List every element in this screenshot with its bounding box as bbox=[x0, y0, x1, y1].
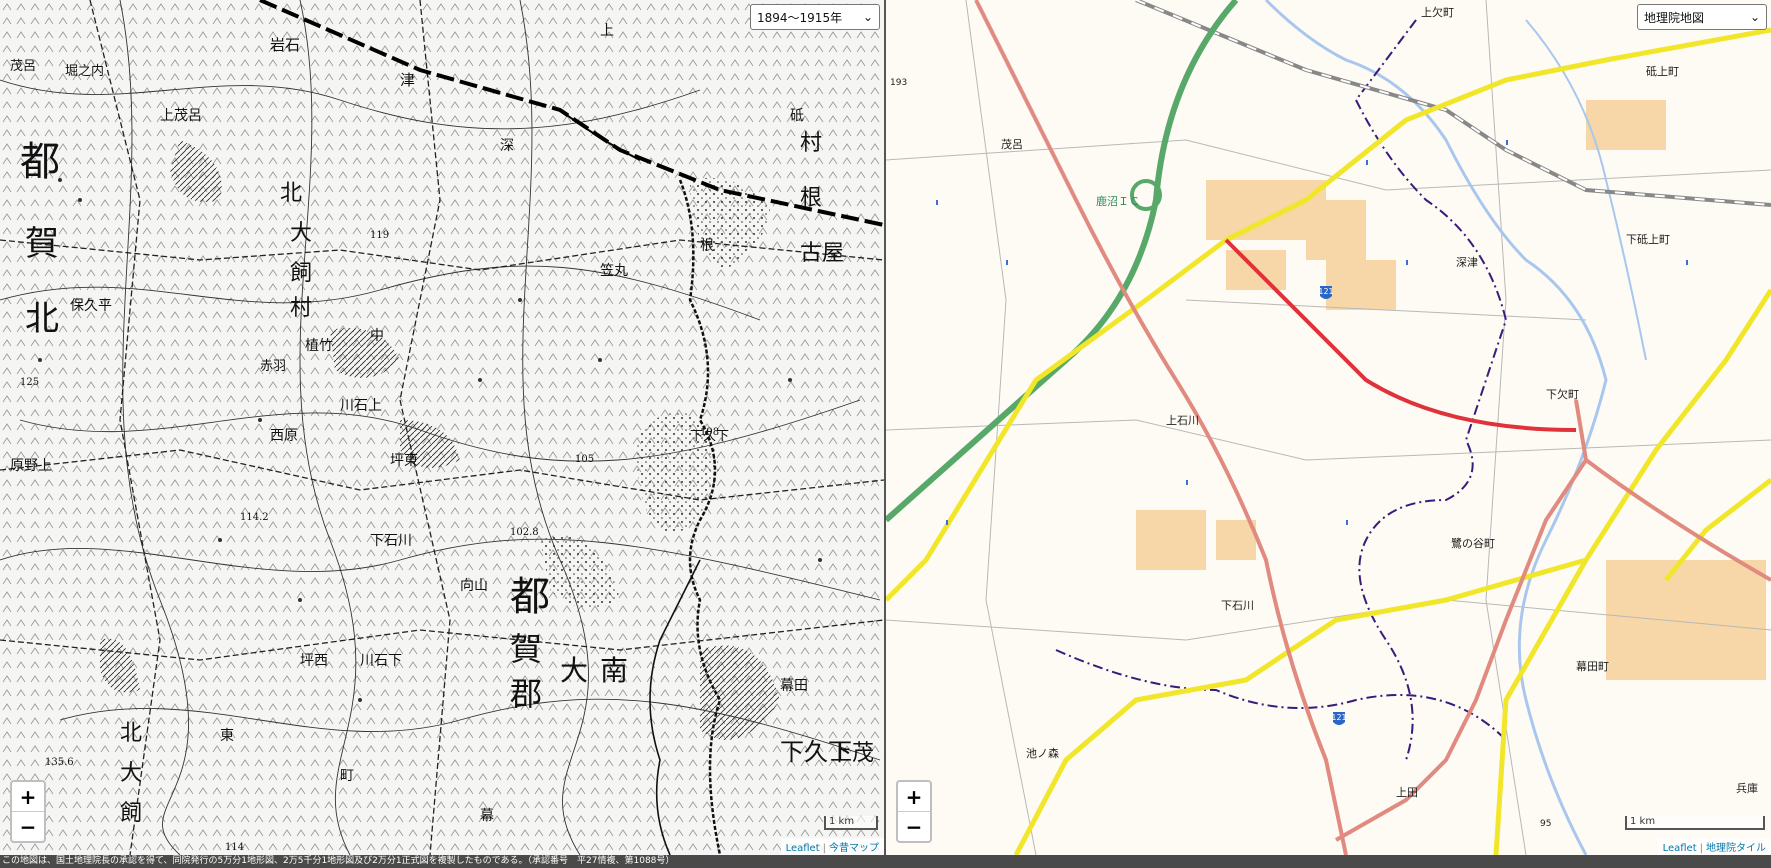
zoom-in-button[interactable]: + bbox=[898, 782, 930, 812]
old-label-12: 村 bbox=[290, 296, 312, 321]
old-label-27: 赤羽 bbox=[260, 359, 286, 374]
old-label-31: 原野上 bbox=[10, 458, 52, 474]
copyright-footer: この地図は、国土地理院長の承認を得て、同院発行の5万分1地形図、2万5千分1地形… bbox=[0, 855, 1771, 868]
place-saginoya: 鷺の谷町 bbox=[1451, 536, 1495, 550]
spot-height-3: 102.8 bbox=[510, 527, 539, 538]
spot-height-1: 119 bbox=[370, 230, 389, 241]
old-label-13: 北 bbox=[120, 721, 142, 746]
place-kamiishikawa: 上石川 bbox=[1166, 414, 1199, 427]
old-label-24: 上茂呂 bbox=[160, 107, 202, 124]
old-label-29: 川石上 bbox=[340, 398, 382, 414]
old-label-38: 坪西 bbox=[300, 653, 328, 669]
leaflet-link[interactable]: Leaflet bbox=[1663, 843, 1697, 854]
old-label-44: 砥 bbox=[790, 108, 804, 124]
left-attribution: Leaflet | 今昔マップ bbox=[780, 838, 884, 855]
old-label-25: 保久平 bbox=[70, 298, 112, 314]
place-kanuma-ic: 鹿沼ＩＣ bbox=[1096, 194, 1140, 208]
place-fukatsu: 深津 bbox=[1456, 256, 1478, 269]
old-label-40: 幕田 bbox=[780, 678, 808, 694]
svg-text:121: 121 bbox=[1331, 713, 1346, 722]
old-label-1: 都 bbox=[20, 139, 60, 185]
old-label-28: 西原 bbox=[270, 428, 298, 444]
place-hyogo: 兵庫 bbox=[1736, 781, 1758, 795]
zoom-in-button[interactable]: + bbox=[12, 782, 44, 812]
old-label-11: 飼 bbox=[290, 261, 312, 286]
modern-map-canvas[interactable]: 121 121 上欠町 砥上町 茂呂 鹿沼ＩＣ 深津 下砥上町 下欠町 上石川 … bbox=[886, 0, 1771, 855]
old-label-18: 古屋 bbox=[800, 241, 844, 266]
leaflet-link[interactable]: Leaflet bbox=[786, 843, 820, 854]
old-label-8: 南 bbox=[600, 654, 628, 687]
chevron-down-icon: ⌄ bbox=[862, 10, 873, 24]
historical-map-pane[interactable]: 都 賀 北 都 賀 郡 大 南 北 大 飼 村 北 大 飼 村 根 古屋 下久下… bbox=[0, 0, 884, 855]
zoom-out-button[interactable]: − bbox=[898, 812, 930, 841]
place-shimotoishigami: 下砥上町 bbox=[1626, 233, 1670, 246]
old-label-23: 茂呂 bbox=[10, 59, 36, 74]
place-ikenomori: 池ノ森 bbox=[1026, 746, 1059, 760]
left-zoom-control: + − bbox=[10, 780, 46, 843]
era-select[interactable]: 1894〜1915年 ⌄ bbox=[750, 4, 880, 30]
old-label-39: 川石下 bbox=[360, 653, 402, 669]
chevron-down-icon: ⌄ bbox=[1749, 10, 1760, 24]
old-label-16: 村 bbox=[800, 131, 822, 156]
old-label-47: 幕 bbox=[480, 808, 494, 824]
old-label-22: 堀之内 bbox=[65, 63, 104, 79]
height-193: 193 bbox=[890, 78, 907, 88]
old-label-21: 岩石 bbox=[270, 36, 300, 54]
era-select-value: 1894〜1915年 bbox=[757, 10, 843, 25]
zoom-out-button[interactable]: − bbox=[12, 812, 44, 841]
spot-height-5: 198 bbox=[700, 427, 719, 438]
spot-height-6: 114.2 bbox=[240, 512, 269, 523]
place-shimoishikawa: 下石川 bbox=[1221, 599, 1254, 612]
konjaku-map-link[interactable]: 今昔マップ bbox=[829, 843, 879, 854]
modern-map-pane[interactable]: 121 121 上欠町 砥上町 茂呂 鹿沼ＩＣ 深津 下砥上町 下欠町 上石川 … bbox=[886, 0, 1771, 855]
old-label-42: 深 bbox=[500, 138, 514, 154]
place-kamikake: 上欠町 bbox=[1421, 5, 1454, 19]
base-layer-select-value: 地理院地図 bbox=[1644, 10, 1705, 25]
old-label-17: 根 bbox=[800, 186, 822, 211]
old-label-26: 植竹 bbox=[305, 338, 333, 354]
height-95: 95 bbox=[1540, 819, 1551, 829]
old-label-2: 賀 bbox=[25, 224, 59, 264]
place-moro: 茂呂 bbox=[1001, 137, 1023, 151]
historical-map-canvas[interactable]: 都 賀 北 都 賀 郡 大 南 北 大 飼 村 北 大 飼 村 根 古屋 下久下… bbox=[0, 0, 884, 855]
old-label-46: 町 bbox=[340, 768, 354, 784]
old-label-41: 津 bbox=[400, 71, 415, 89]
left-scale-bar: 1 km bbox=[824, 816, 878, 830]
old-label-3: 北 bbox=[25, 299, 59, 339]
svg-text:121: 121 bbox=[1318, 287, 1333, 296]
base-layer-select[interactable]: 地理院地図 ⌄ bbox=[1637, 4, 1767, 30]
old-label-9: 北 bbox=[280, 181, 302, 206]
right-zoom-control: + − bbox=[896, 780, 932, 843]
spot-height-7: 135.6 bbox=[45, 757, 74, 768]
old-label-43: 上 bbox=[600, 23, 614, 39]
old-label-10: 大 bbox=[290, 221, 312, 246]
old-label-4: 都 bbox=[510, 574, 550, 620]
old-label-30: 坪東 bbox=[390, 453, 418, 469]
old-label-14: 大 bbox=[120, 761, 142, 786]
place-makuta: 幕田町 bbox=[1576, 659, 1609, 673]
old-label-5: 賀 bbox=[510, 630, 542, 668]
old-label-36: 下石川 bbox=[370, 533, 412, 549]
place-kamita: 上田 bbox=[1396, 786, 1418, 799]
spot-height-8: 114 bbox=[225, 842, 244, 853]
old-label-6: 郡 bbox=[510, 675, 542, 713]
place-toishigami: 砥上町 bbox=[1646, 65, 1679, 78]
old-label-7: 大 bbox=[560, 654, 588, 687]
spot-height-2: 125 bbox=[20, 377, 39, 388]
old-label-20: 上茂 bbox=[830, 741, 874, 766]
old-label-34: 根 bbox=[700, 238, 714, 254]
old-label-37: 向山 bbox=[460, 578, 488, 594]
place-shimokake: 下欠町 bbox=[1546, 387, 1579, 401]
spot-height-4: 105 bbox=[575, 454, 594, 465]
gsi-tiles-link[interactable]: 地理院タイル bbox=[1706, 843, 1766, 854]
right-scale-bar: 1 km bbox=[1625, 816, 1765, 830]
old-label-15: 飼 bbox=[120, 801, 142, 826]
right-attribution: Leaflet | 地理院タイル bbox=[1657, 838, 1771, 855]
old-label-32: 中 bbox=[370, 328, 384, 344]
old-label-33: 笠丸 bbox=[600, 263, 628, 279]
old-label-45: 東 bbox=[220, 728, 234, 744]
